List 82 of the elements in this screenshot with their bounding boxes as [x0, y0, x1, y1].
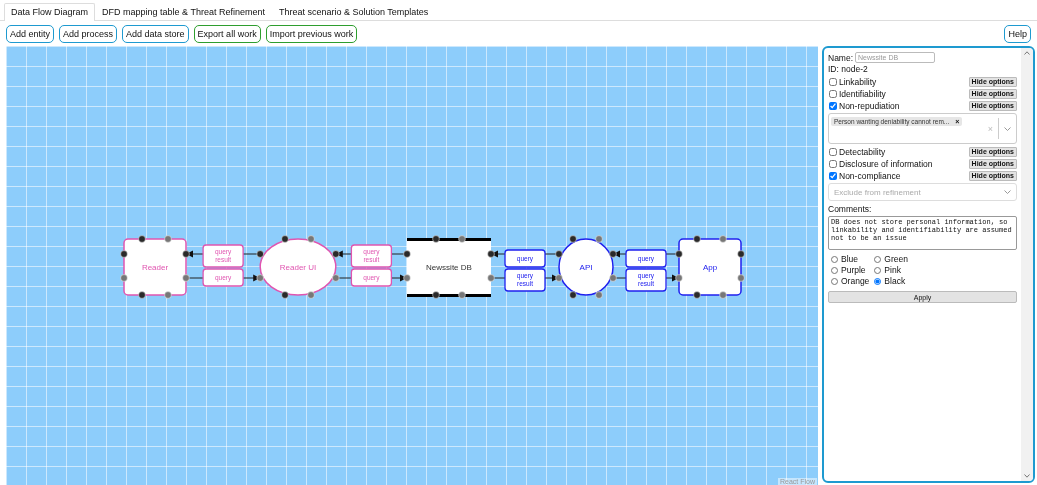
threat-label: Detectability: [839, 146, 886, 157]
connection-handle[interactable]: [719, 291, 727, 299]
connection-handle[interactable]: [432, 291, 440, 299]
connection-handle[interactable]: [595, 291, 603, 299]
help-button[interactable]: Help: [1004, 25, 1031, 43]
threat-label: Non-repudiation: [839, 100, 900, 111]
connection-handle[interactable]: [693, 235, 701, 243]
color-radio[interactable]: [874, 266, 882, 274]
connection-handle[interactable]: [164, 235, 172, 243]
threat-label: Linkability: [839, 76, 877, 87]
connection-handle[interactable]: [256, 274, 264, 282]
tab[interactable]: Threat scenario & Solution Templates: [271, 3, 436, 20]
tab[interactable]: Data Flow Diagram: [4, 3, 96, 21]
color-option-label: Blue: [841, 254, 858, 264]
threat-label: Non-compliance: [839, 170, 901, 181]
process-node[interactable]: Reader UI: [259, 238, 337, 296]
toolbar-button[interactable]: Export all work: [193, 25, 261, 43]
connection-handle[interactable]: [332, 250, 340, 258]
entity-node[interactable]: App: [678, 238, 742, 296]
connection-handle[interactable]: [737, 250, 745, 258]
connection-handle[interactable]: [403, 250, 411, 258]
connection-handle[interactable]: [675, 274, 683, 282]
color-radio[interactable]: [831, 255, 838, 263]
color-option-label: Black: [884, 276, 906, 286]
toolbar-button[interactable]: Import previous work: [265, 25, 358, 43]
threat-label: Identifiability: [839, 88, 886, 99]
connection-handle[interactable]: [120, 250, 128, 258]
connection-handle[interactable]: [487, 274, 495, 282]
chevron-down-icon[interactable]: [1004, 126, 1011, 131]
connection-handle[interactable]: [138, 291, 146, 299]
connection-handle[interactable]: [458, 235, 466, 243]
connection-handle[interactable]: [458, 291, 466, 299]
connection-handle[interactable]: [675, 250, 683, 258]
connection-handle[interactable]: [609, 274, 617, 282]
data-store-node[interactable]: Newssite DB: [407, 238, 491, 297]
node-id: ID: node-2: [828, 64, 869, 75]
chevron-down-icon[interactable]: [1004, 190, 1011, 194]
color-radio[interactable]: [874, 255, 882, 263]
connection-handle[interactable]: [164, 291, 172, 299]
toolbar-button[interactable]: Add process: [59, 25, 118, 43]
threat-checkbox[interactable]: [829, 77, 837, 86]
entity-node[interactable]: Reader: [123, 238, 187, 296]
color-radio[interactable]: [831, 277, 838, 285]
toolbar-button[interactable]: Add data store: [122, 25, 189, 43]
connection-handle[interactable]: [332, 274, 340, 282]
connection-handle[interactable]: [719, 235, 727, 243]
connection-handle[interactable]: [281, 235, 289, 243]
name-label: Name:: [828, 52, 854, 63]
connection-handle[interactable]: [737, 274, 745, 282]
comments-label: Comments:: [828, 204, 873, 215]
threat-checkbox[interactable]: [829, 89, 837, 98]
process-node[interactable]: API: [558, 238, 614, 296]
connection-handle[interactable]: [307, 291, 315, 299]
threat-checkbox[interactable]: [829, 101, 837, 110]
color-radio[interactable]: [874, 277, 882, 285]
connection-handle[interactable]: [120, 274, 128, 282]
connection-handle[interactable]: [182, 250, 190, 258]
toolbar-button[interactable]: Add entity: [6, 25, 55, 43]
connection-handle[interactable]: [555, 274, 563, 282]
connection-handle[interactable]: [693, 291, 701, 299]
scrollbar[interactable]: [1021, 48, 1033, 481]
connection-handle[interactable]: [307, 235, 315, 243]
connection-handle[interactable]: [487, 250, 495, 258]
scroll-down-icon[interactable]: [1024, 474, 1030, 478]
threat-checkbox[interactable]: [829, 159, 837, 168]
connection-handle[interactable]: [182, 274, 190, 282]
connection-handle[interactable]: [281, 291, 289, 299]
tab[interactable]: DFD mapping table & Threat Refinement: [95, 3, 272, 20]
color-option-label: Orange: [841, 276, 870, 286]
connection-handle[interactable]: [138, 235, 146, 243]
connection-handle[interactable]: [432, 235, 440, 243]
threat-checkbox[interactable]: [829, 147, 837, 156]
color-option-label: Purple: [841, 265, 866, 275]
connection-handle[interactable]: [403, 274, 411, 282]
connection-handle[interactable]: [569, 291, 577, 299]
threat-checkbox[interactable]: [829, 171, 837, 180]
threat-label: Disclosure of information: [839, 158, 933, 169]
color-option-label: Pink: [884, 265, 901, 275]
connection-handle[interactable]: [256, 250, 264, 258]
color-radio[interactable]: [831, 266, 838, 274]
color-option-label: Green: [884, 254, 908, 264]
scroll-up-icon[interactable]: [1024, 51, 1030, 55]
